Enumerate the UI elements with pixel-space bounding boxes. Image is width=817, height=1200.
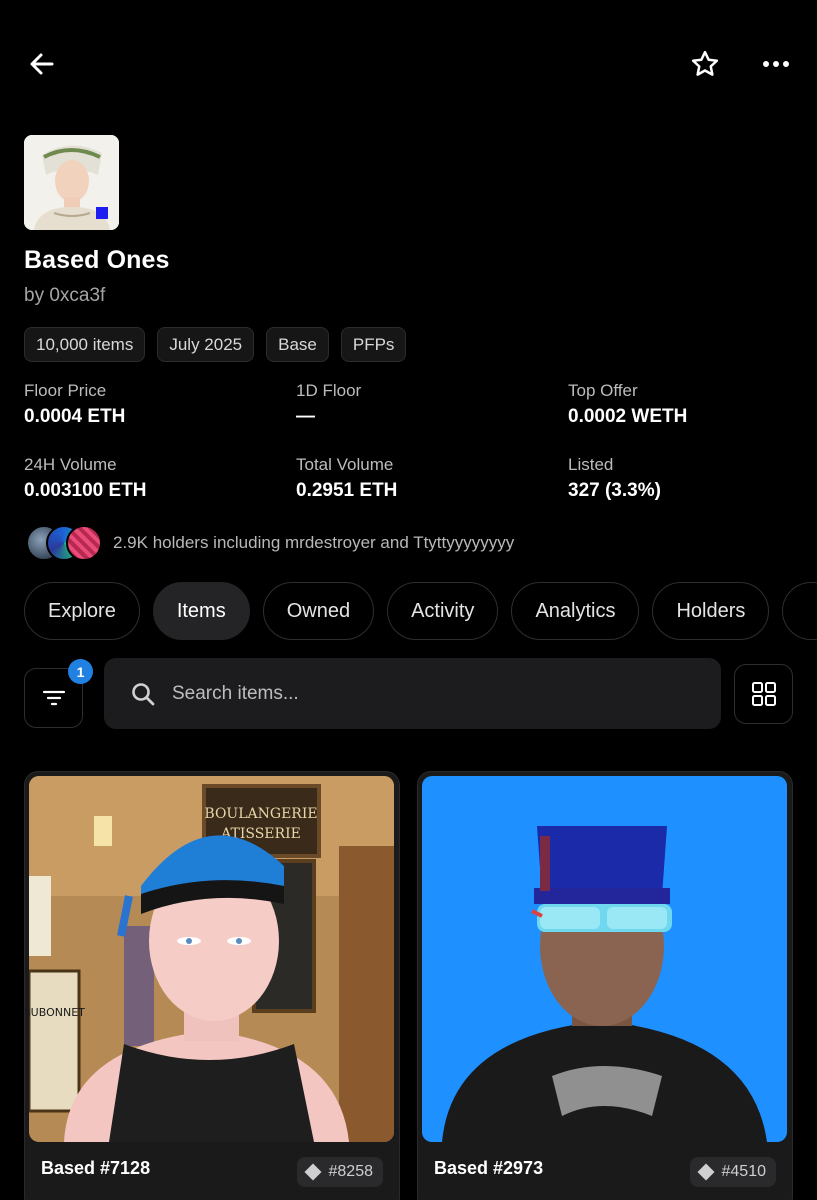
collection-avatar (24, 135, 119, 230)
stat-label: Floor Price (24, 381, 107, 400)
stat-1d-floor: 1D Floor — (296, 380, 568, 430)
tab-activity[interactable]: Activity (387, 582, 499, 640)
tab-overflow[interactable] (782, 582, 817, 640)
more-options-button[interactable] (754, 42, 798, 86)
stat-total-volume: Total Volume 0.2951 ETH (296, 454, 568, 504)
stat-top-offer: Top Offer 0.0002 WETH (568, 380, 804, 430)
stat-listed: Listed 327 (3.3%) (568, 454, 804, 504)
filter-count-badge: 1 (68, 659, 93, 684)
tag-chain[interactable]: Base (266, 327, 329, 362)
tab-items[interactable]: Items (152, 582, 250, 640)
more-horizontal-icon (763, 61, 789, 67)
svg-text:BOULANGERIE: BOULANGERIE (204, 806, 317, 822)
collection-creator[interactable]: by 0xca3f (24, 285, 105, 307)
nft-image: BOULANGERIE ATISSERIE BUBONNET (29, 776, 394, 1142)
tag-item-count: 10,000 items (24, 327, 146, 362)
search-icon (132, 682, 155, 705)
top-bar (0, 0, 817, 130)
tab-explore[interactable]: Explore (24, 582, 140, 640)
collection-stats: Floor Price 0.0004 ETH 1D Floor — Top Of… (24, 380, 804, 504)
tab-holders[interactable]: Holders (652, 582, 770, 640)
collection-tabs: Explore Items Owned Activity Analytics H… (24, 582, 817, 640)
stat-value: 0.2951 ETH (296, 480, 398, 501)
back-button[interactable] (20, 42, 64, 86)
tab-owned[interactable]: Owned (262, 582, 375, 640)
search-input[interactable]: Search items... (104, 658, 721, 729)
nft-name: Based #7128 (41, 1158, 151, 1178)
holder-avatar (66, 525, 102, 561)
stat-value: 327 (3.3%) (568, 480, 661, 501)
stat-label: 24H Volume (24, 455, 117, 474)
nft-name: Based #2973 (434, 1158, 544, 1178)
grid-view-button[interactable] (734, 664, 793, 724)
collection-title: Based Ones (24, 246, 170, 274)
nft-rank-badge: #4510 (689, 1157, 776, 1187)
nft-image (422, 776, 787, 1142)
stat-label: Listed (568, 455, 614, 474)
tab-analytics[interactable]: Analytics (511, 582, 640, 640)
stat-label: 1D Floor (296, 381, 362, 400)
stat-24h-volume: 24H Volume 0.003100 ETH (24, 454, 296, 504)
nft-rank: #8258 (328, 1163, 374, 1180)
holders-text: 2.9K holders including mrdestroyer and T… (113, 533, 515, 552)
collection-tags: 10,000 items July 2025 Base PFPs (24, 327, 407, 362)
nft-card[interactable]: BOULANGERIE ATISSERIE BUBONNET Based #71… (24, 771, 400, 1200)
stat-floor-price: Floor Price 0.0004 ETH (24, 380, 296, 430)
grid-view-icon (751, 682, 776, 706)
tag-created-date: July 2025 (157, 327, 255, 362)
stat-value: 0.003100 ETH (24, 480, 147, 501)
rank-diamond-icon (697, 1163, 714, 1181)
nft-card[interactable]: Based #2973 #4510 (417, 771, 793, 1200)
filter-icon (42, 690, 65, 706)
holders-summary[interactable]: 2.9K holders including mrdestroyer and T… (26, 524, 514, 562)
stat-label: Total Volume (296, 455, 394, 474)
stat-label: Top Offer (568, 381, 638, 400)
arrow-left-icon (30, 53, 54, 75)
stat-value: — (296, 406, 315, 427)
search-placeholder: Search items... (172, 682, 299, 704)
stat-value: 0.0002 WETH (568, 406, 688, 427)
stat-value: 0.0004 ETH (24, 406, 126, 427)
star-outline-icon (691, 50, 719, 76)
nft-rank-badge: #8258 (296, 1157, 383, 1187)
favorite-button[interactable] (683, 42, 727, 86)
tag-category[interactable]: PFPs (340, 327, 407, 362)
holder-avatars (26, 524, 102, 562)
svg-text:BUBONNET: BUBONNET (29, 1006, 85, 1019)
rank-diamond-icon (304, 1163, 321, 1181)
nft-rank: #4510 (721, 1163, 767, 1180)
